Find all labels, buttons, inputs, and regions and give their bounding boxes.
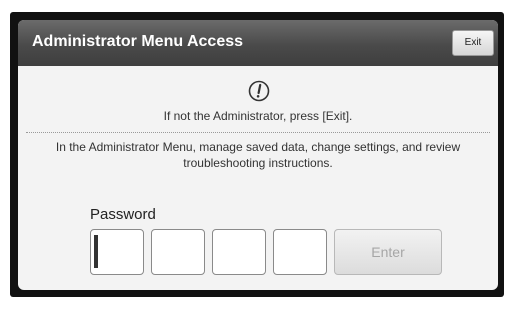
text-cursor <box>94 235 98 268</box>
exit-button[interactable]: Exit <box>452 30 494 56</box>
dialog-title: Administrator Menu Access <box>32 33 244 50</box>
password-digit-2[interactable] <box>151 229 205 275</box>
password-digit-3[interactable] <box>212 229 266 275</box>
admin-access-dialog: Administrator Menu Access Exit If not th… <box>18 20 498 290</box>
not-admin-notice: If not the Administrator, press [Exit]. <box>163 109 353 123</box>
password-label: Password <box>90 206 156 223</box>
password-digit-1[interactable] <box>90 229 144 275</box>
enter-button[interactable]: Enter <box>334 229 442 275</box>
exclamation-circle-icon <box>248 80 270 102</box>
password-digit-4[interactable] <box>273 229 327 275</box>
dotted-divider <box>26 132 490 133</box>
admin-menu-description: In the Administrator Menu, manage saved … <box>55 140 461 170</box>
dialog-header: Administrator Menu Access Exit <box>18 20 498 66</box>
